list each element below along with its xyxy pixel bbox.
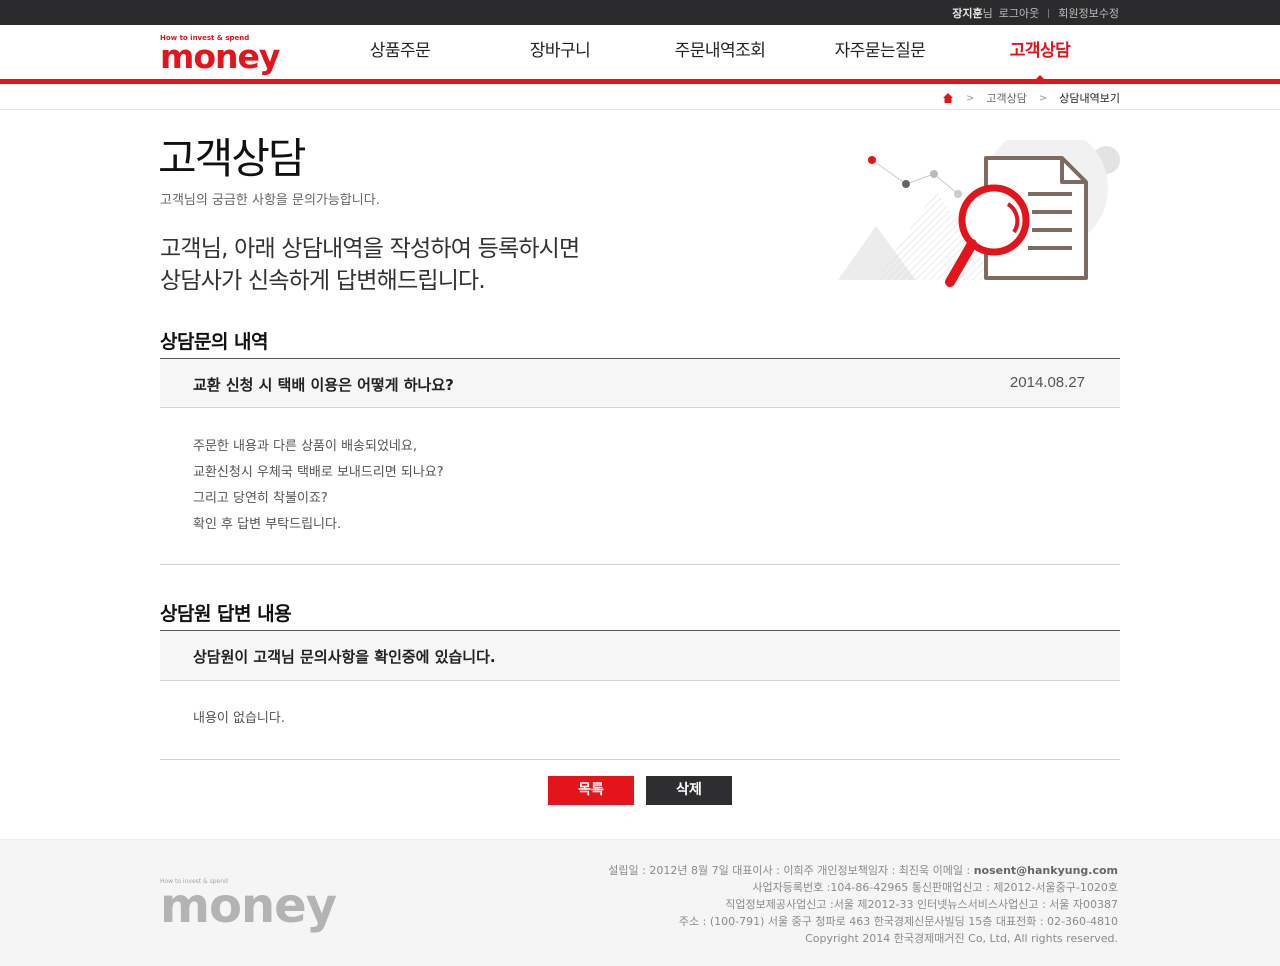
site-footer: How to invest & spend money 설립일 : 2012년 … [0,839,1280,966]
money-logo[interactable]: How to invest & spend money [160,34,280,76]
section-divider [160,564,1120,565]
footer-logo-wordmark: money [160,878,337,934]
answer-body: 내용이 없습니다. [193,711,285,726]
divider [1048,8,1050,18]
company-info: 설립일 : 2012년 8월 7일 대표이사 : 이희주 개인정보책임자 : 최… [608,862,1118,947]
company-info-line: 설립일 : 2012년 8월 7일 대표이사 : 이희주 개인정보책임자 : 최… [608,864,1118,877]
answer-title-row: 상담원이 고객님 문의사항을 확인중에 있습니다. [160,631,1120,681]
inquiry-question: 교환 신청 시 택배 이용은 어떻게 하나요? [193,376,454,394]
chevron-right-icon: > [966,92,975,104]
breadcrumb-bar: > 고객상담 > 상담내역보기 [0,84,1280,110]
inquiry-title-row: 교환 신청 시 택배 이용은 어떻게 하나요? 2014.08.27 [160,359,1120,408]
answer-status: 상담원이 고객님 문의사항을 확인중에 있습니다. [193,648,496,666]
company-email: nosent@hankyung.com [973,864,1118,877]
logout-link[interactable]: 로그아웃 [999,5,1039,21]
nav-item-faq[interactable]: 자주묻는질문 [800,25,960,80]
top-utility-bar: 장지훈 님 로그아웃 회원정보수정 [0,0,1280,25]
lead-line: 상담사가 신속하게 답변해드립니다. [160,268,486,294]
nav-item-order-history[interactable]: 주문내역조회 [640,25,800,80]
footer-logo: How to invest & spend money [160,878,337,931]
inquiry-body: 주문한 내용과 다른 상품이 배송되었네요, 교환신청시 우체국 택배로 보내드… [193,434,444,538]
inquiry-body-line: 확인 후 답변 부탁드립니다. [193,517,342,532]
page-title: 고객상담 [158,134,307,183]
nav-item-order[interactable]: 상품주문 [320,25,480,80]
company-info-line: 주소 : (100-791) 서울 중구 청파로 463 한국경제신문사빌딩 1… [678,915,1118,928]
logo-wordmark: money [160,37,280,76]
user-menu: 장지훈 님 로그아웃 회원정보수정 [952,5,1119,21]
user-suffix: 님 [982,7,993,20]
home-icon[interactable] [942,92,954,104]
inquiry-date: 2014.08.27 [1009,374,1085,391]
answer-heading: 상담원 답변 내용 [160,603,292,625]
site-header: How to invest & spend money 상품주문 장바구니 주문… [0,25,1280,82]
lead-text: 고객님, 아래 상담내역을 작성하여 등록하시면 상담사가 신속하게 답변해드립… [160,233,580,297]
nav-item-cart[interactable]: 장바구니 [480,25,640,80]
inquiry-body-line: 주문한 내용과 다른 상품이 배송되었네요, [193,439,417,454]
breadcrumb-item[interactable]: 고객상담 [986,90,1026,106]
page-subtitle: 고객님의 궁금한 사항을 문의가능합니다. [160,193,380,208]
edit-profile-link[interactable]: 회원정보수정 [1058,5,1119,21]
chevron-right-icon: > [1038,92,1048,104]
user-name: 장지훈 [952,7,983,20]
company-info-line: 사업자등록번호 :104-86-42965 통신판매업신고 : 제2012-서울… [752,881,1118,894]
nav-item-customer-support[interactable]: 고객상담 [960,25,1120,82]
delete-button[interactable]: 삭제 [646,776,732,805]
copyright: Copyright 2014 한국경제매거진 Co, Ltd, All righ… [805,932,1118,945]
company-info-line: 직업정보제공사업신고 :서울 제2012-33 인터넷뉴스서비스사업신고 : 서… [725,898,1118,911]
inquiry-body-line: 그리고 당연히 착불이죠? [193,491,328,506]
lead-line: 고객님, 아래 상담내역을 작성하여 등록하시면 [160,236,580,262]
main-nav: 상품주문 장바구니 주문내역조회 자주묻는질문 고객상담 [320,25,1120,82]
section-divider [160,759,1120,760]
consultation-illustration [836,126,1126,300]
breadcrumb-current: 상담내역보기 [1059,92,1120,105]
breadcrumb: > 고객상담 > 상담내역보기 [942,90,1120,106]
inquiry-heading: 상담문의 내역 [160,331,269,353]
list-button[interactable]: 목록 [548,776,634,805]
inquiry-body-line: 교환신청시 우체국 택배로 보내드리면 되나요? [193,465,444,480]
